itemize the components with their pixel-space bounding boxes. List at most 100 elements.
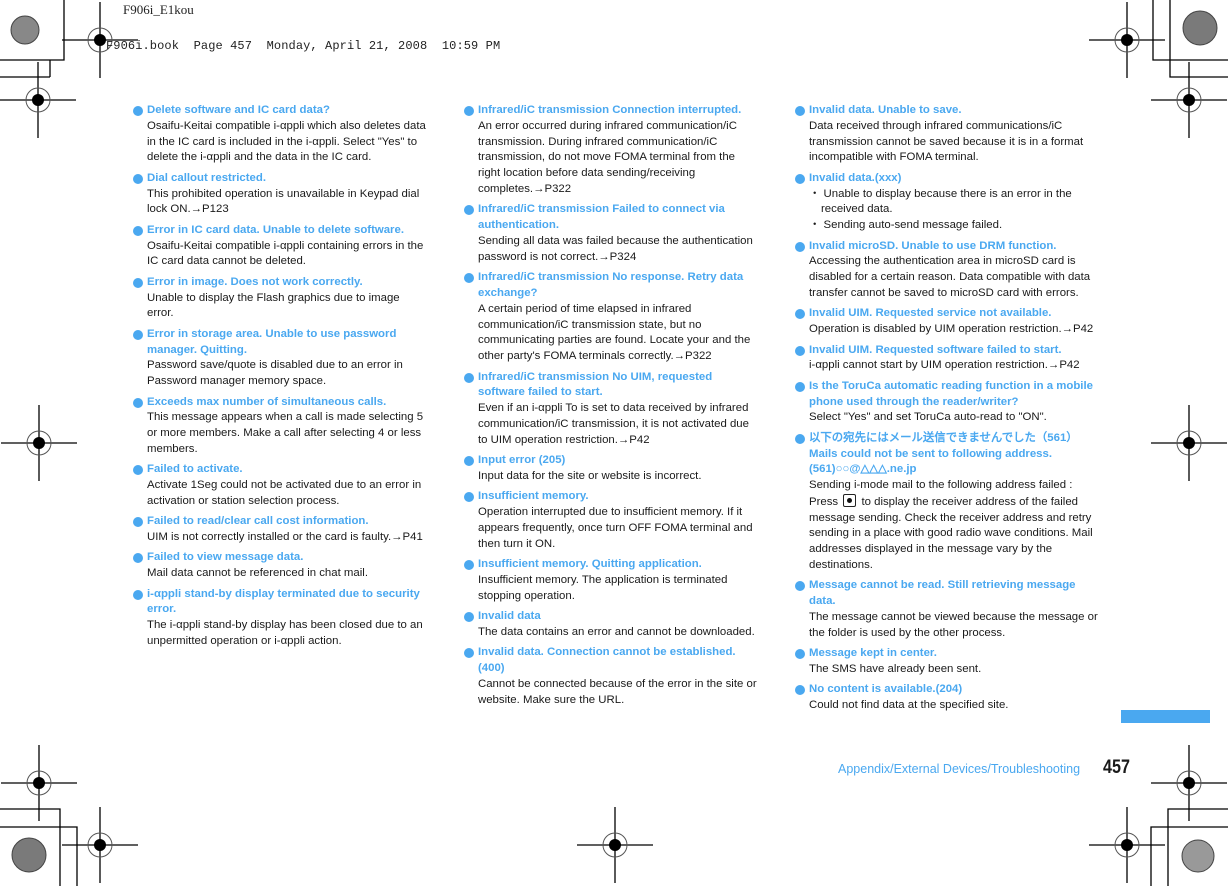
message-entry: Error in IC card data. Unable to delete … (133, 223, 428, 270)
message-entry: i-αppli stand-by display terminated due … (133, 587, 428, 650)
message-title: Invalid data. Connection cannot be estab… (464, 645, 759, 677)
message-entry: Invalid data. Unable to save. Data receiv… (795, 103, 1100, 166)
registration-target-icon (577, 807, 653, 883)
message-entry: Invalid UIM. Requested service not avail… (795, 306, 1100, 338)
message-title: Invalid UIM. Requested software failed t… (795, 343, 1100, 359)
bullet-icon (133, 173, 143, 184)
section-tab-indicator (1121, 710, 1210, 723)
message-description: Accessing the authentication area in mic… (809, 255, 1091, 299)
message-description: Select "Yes" and set ToruCa auto-read to… (809, 411, 1047, 424)
message-entry: Invalid data The data contains an error a… (464, 609, 759, 641)
message-title: No content is available.(204) (795, 682, 1100, 698)
column-1: Delete software and IC card data? Osaifu-… (133, 103, 428, 654)
message-title-text: Infrared/iC transmission No UIM, request… (478, 370, 713, 399)
message-description: Cannot be connected because of the error… (478, 677, 757, 706)
message-title-text: i-αppli stand-by display terminated due … (147, 587, 420, 616)
message-title: Invalid data. Unable to save. (795, 103, 1100, 119)
message-title: Invalid UIM. Requested service not avail… (795, 306, 1100, 322)
message-entry: Failed to read/clear call cost informati… (133, 514, 428, 546)
message-title-text: Delete software and IC card data? (147, 104, 330, 116)
message-title-text: Failed to view message data. (147, 551, 304, 564)
bullet-icon (795, 106, 805, 116)
message-description: The message cannot be viewed because the… (809, 611, 1098, 639)
bullet-icon (133, 465, 143, 476)
page-number: 457 (1103, 757, 1130, 778)
message-description: Osaifu-Keitai compatible i-αppli contain… (147, 239, 424, 268)
bullet-icon (795, 173, 805, 184)
message-title: Error in image. Does not work correctly. (133, 275, 428, 291)
message-title-text: Exceeds max number of simultaneous calls… (147, 395, 387, 408)
bullet-icon (795, 381, 805, 392)
message-description: The i-αppli stand-by display has been cl… (147, 619, 423, 648)
description-text: to display the receiver address of the f… (809, 495, 1093, 572)
message-title-text: Error in IC card data. Unable to delete … (147, 223, 404, 236)
bullet-icon (133, 329, 143, 340)
bullet-icon (133, 277, 143, 288)
message-description: Osaifu-Keitai compatible i-αppli which a… (147, 119, 426, 164)
message-description: Unable to display the Flash graphics due… (147, 291, 400, 320)
message-entry: Infrared/iC transmission Failed to conne… (464, 202, 759, 265)
column-2: Infrared/iC transmission Connection inte… (464, 103, 759, 713)
message-title: Message cannot be read. Still retrieving… (795, 578, 1100, 610)
message-description: Data received through infrared communica… (809, 119, 1084, 164)
message-title: Failed to read/clear call cost informati… (133, 514, 428, 530)
message-title-text: Dial callout restricted. (147, 171, 267, 184)
message-title: Invalid data (464, 609, 759, 625)
bullet-icon (464, 456, 474, 467)
bullet-icon (133, 397, 143, 408)
message-title-text: Insufficient memory. (478, 490, 589, 503)
bullet-icon (795, 433, 805, 444)
bullet-icon (133, 106, 143, 116)
message-title-text: Invalid microSD. Unable to use DRM funct… (809, 239, 1057, 252)
bullet-icon (133, 553, 143, 564)
message-entry: Error in image. Does not work correctly.… (133, 275, 428, 322)
message-entry: Failed to activate. Activate 1Seg could n… (133, 462, 428, 509)
bullet-icon (464, 560, 474, 571)
message-description: The SMS have already been sent. (809, 663, 982, 676)
message-title: i-αppli stand-by display terminated due … (133, 587, 428, 619)
registration-target-icon (1089, 807, 1165, 883)
message-description: This prohibited operation is unavailable… (147, 187, 420, 216)
message-title: Insufficient memory. Quitting applicatio… (464, 557, 759, 573)
bullet-icon (464, 273, 474, 284)
message-title-text: Message kept in center. (809, 647, 937, 660)
message-title-text: Invalid UIM. Requested software failed t… (809, 343, 1062, 356)
message-description: i-αppli cannot start by UIM operation re… (809, 359, 1080, 372)
bullet-icon (133, 225, 143, 236)
message-description: A certain period of time elapsed in infr… (478, 302, 751, 363)
bullet-icon (795, 649, 805, 660)
message-title-text: Insufficient memory. Quitting applicatio… (478, 558, 702, 571)
message-title-text: Infrared/iC transmission Connection inte… (478, 104, 742, 116)
footer-section-title: Appendix/External Devices/Troubleshootin… (838, 762, 1081, 776)
message-title: Is the ToruCa automatic reading function… (795, 379, 1100, 411)
message-title: Input error (205) (464, 453, 759, 469)
message-description: Even if an i-αppli To is set to data rec… (478, 402, 749, 446)
message-description: Activate 1Seg could not be activated due… (147, 479, 422, 507)
message-title-text: Infrared/iC transmission No response. Re… (478, 271, 744, 299)
message-description: Sending i-mode mail to the following add… (795, 478, 1100, 574)
message-title-text: Failed to activate. (147, 463, 243, 476)
message-entry: Dial callout restricted. This prohibited … (133, 171, 428, 218)
message-title: Infrared/iC transmission No response. Re… (464, 270, 759, 302)
message-entry: Input error (205) Input data for the site… (464, 453, 759, 485)
message-entry: Infrared/iC transmission No response. Re… (464, 270, 759, 365)
registration-target-icon (1, 405, 77, 481)
message-sub-item: ・ Unable to display because there is an … (809, 187, 1072, 216)
message-entry: Exceeds max number of simultaneous calls… (133, 395, 428, 458)
file-slug: F906i_E1kou (123, 2, 194, 17)
message-title: Infrared/iC transmission Connection inte… (464, 103, 759, 119)
message-description: Operation is disabled by UIM operation r… (809, 323, 1094, 336)
message-description: Password save/quote is disabled due to a… (147, 359, 403, 388)
message-description: UIM is not correctly installed or the ca… (147, 531, 423, 544)
message-entry: Invalid data.(xxx) ・ Unable to display be… (795, 171, 1100, 234)
bullet-icon (464, 492, 474, 503)
bullet-icon (464, 612, 474, 623)
message-title-text: Error in storage area. Unable to use pas… (147, 327, 397, 356)
message-entry: No content is available.(204) Could not f… (795, 682, 1100, 714)
message-title-text: Invalid data. Unable to save. (809, 104, 962, 116)
message-entry: Failed to view message data. Mail data ca… (133, 550, 428, 582)
message-title: Failed to view message data. (133, 550, 428, 566)
message-title-text: Invalid data. Connection cannot be estab… (478, 646, 736, 675)
message-description: Operation interrupted due to insufficien… (478, 506, 753, 550)
message-entry: Delete software and IC card data? Osaifu-… (133, 103, 428, 166)
